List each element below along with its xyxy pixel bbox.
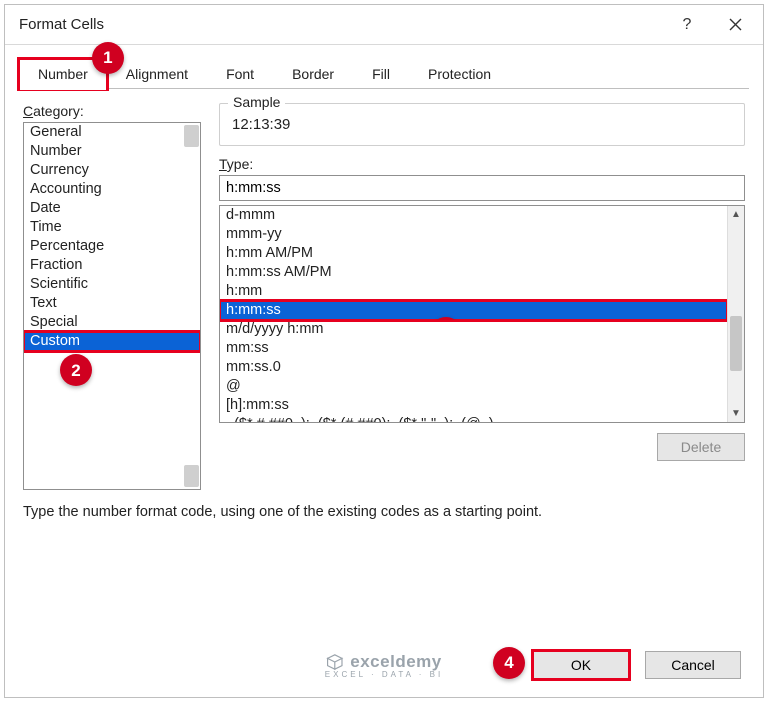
list-item-selected[interactable]: h:mm:ss 3 bbox=[220, 301, 727, 320]
list-item[interactable]: @ bbox=[220, 377, 727, 396]
list-item[interactable]: Accounting bbox=[24, 180, 200, 199]
list-item[interactable]: Currency bbox=[24, 161, 200, 180]
list-item[interactable]: Time bbox=[24, 218, 200, 237]
scroll-down-icon[interactable]: ▼ bbox=[728, 405, 744, 422]
list-item[interactable]: h:mm bbox=[220, 282, 727, 301]
category-column: Category: General Number Currency Accoun… bbox=[23, 103, 201, 490]
tab-font[interactable]: Font bbox=[207, 59, 273, 89]
list-item[interactable]: Percentage bbox=[24, 237, 200, 256]
watermark-logo: exceldemy EXCEL · DATA · BI bbox=[325, 652, 443, 679]
list-item[interactable]: mmm-yy bbox=[220, 225, 727, 244]
list-item[interactable]: [h]:mm:ss bbox=[220, 396, 727, 415]
scroll-thumb[interactable] bbox=[730, 316, 742, 371]
cube-icon bbox=[326, 653, 344, 671]
watermark-name: exceldemy bbox=[350, 652, 441, 672]
type-input[interactable] bbox=[219, 175, 745, 201]
list-item[interactable]: mm:ss.0 bbox=[220, 358, 727, 377]
list-item[interactable]: mm:ss bbox=[220, 339, 727, 358]
category-label: Category: bbox=[23, 103, 201, 119]
list-item[interactable]: Scientific bbox=[24, 275, 200, 294]
list-item[interactable]: d-mmm bbox=[220, 206, 727, 225]
tab-border[interactable]: Border bbox=[273, 59, 353, 89]
category-listbox[interactable]: General Number Currency Accounting Date … bbox=[23, 122, 201, 490]
list-item[interactable]: Number bbox=[24, 142, 200, 161]
type-listbox[interactable]: d-mmm mmm-yy h:mm AM/PM h:mm:ss AM/PM h:… bbox=[219, 205, 745, 423]
ok-button[interactable]: OK bbox=[533, 651, 629, 679]
list-item[interactable]: h:mm:ss AM/PM bbox=[220, 263, 727, 282]
tab-label: Number bbox=[38, 66, 88, 82]
callout-badge-1: 1 bbox=[92, 42, 124, 74]
watermark-tagline: EXCEL · DATA · BI bbox=[325, 670, 443, 679]
list-item[interactable]: Special bbox=[24, 313, 200, 332]
scrollbar[interactable]: ▲ ▼ bbox=[727, 206, 744, 422]
detail-column: Sample 12:13:39 Type: d-mmm mmm-yy h:mm … bbox=[219, 103, 745, 490]
close-icon bbox=[729, 18, 742, 31]
sample-fieldset: Sample 12:13:39 bbox=[219, 103, 745, 146]
list-item[interactable]: Date bbox=[24, 199, 200, 218]
titlebar: Format Cells ? bbox=[5, 5, 763, 45]
tab-strip: Number 1 Alignment Font Border Fill Prot… bbox=[5, 45, 763, 89]
list-item[interactable]: General bbox=[24, 123, 200, 142]
scroll-thumb-top[interactable] bbox=[184, 125, 199, 147]
list-item-custom[interactable]: Custom 2 bbox=[24, 332, 200, 351]
close-button[interactable] bbox=[711, 5, 759, 45]
tab-label: Border bbox=[292, 66, 334, 82]
type-label: Type: bbox=[219, 156, 745, 172]
tab-protection[interactable]: Protection bbox=[409, 59, 510, 89]
dialog-content: Category: General Number Currency Accoun… bbox=[5, 89, 763, 496]
tab-label: Fill bbox=[372, 66, 390, 82]
delete-button[interactable]: Delete bbox=[657, 433, 745, 461]
tab-label: Protection bbox=[428, 66, 491, 82]
sample-legend: Sample bbox=[228, 94, 285, 110]
callout-badge-2: 2 bbox=[60, 354, 92, 386]
scroll-thumb-bottom[interactable] bbox=[184, 465, 199, 487]
list-item[interactable]: h:mm AM/PM bbox=[220, 244, 727, 263]
cancel-button[interactable]: Cancel bbox=[645, 651, 741, 679]
help-button[interactable]: ? bbox=[663, 5, 711, 45]
scroll-up-icon[interactable]: ▲ bbox=[728, 206, 744, 223]
format-cells-dialog: Format Cells ? Number 1 Alignment Font B… bbox=[4, 4, 764, 698]
callout-badge-3: 3 bbox=[430, 317, 462, 320]
tab-number[interactable]: Number 1 bbox=[19, 59, 107, 89]
tab-label: Font bbox=[226, 66, 254, 82]
tab-label: Alignment bbox=[126, 66, 188, 82]
list-item[interactable]: _($* #,##0_);_($* (#,##0);_($* "-"_);_(@… bbox=[220, 415, 727, 423]
dialog-footer: exceldemy EXCEL · DATA · BI 4 OK Cancel bbox=[5, 641, 763, 697]
hint-text: Type the number format code, using one o… bbox=[5, 496, 763, 524]
dialog-title: Format Cells bbox=[19, 16, 663, 33]
tab-fill[interactable]: Fill bbox=[353, 59, 409, 89]
callout-badge-4: 4 bbox=[493, 647, 525, 679]
list-item[interactable]: Text bbox=[24, 294, 200, 313]
list-item[interactable]: m/d/yyyy h:mm bbox=[220, 320, 727, 339]
list-item[interactable]: Fraction bbox=[24, 256, 200, 275]
sample-value: 12:13:39 bbox=[232, 114, 732, 133]
